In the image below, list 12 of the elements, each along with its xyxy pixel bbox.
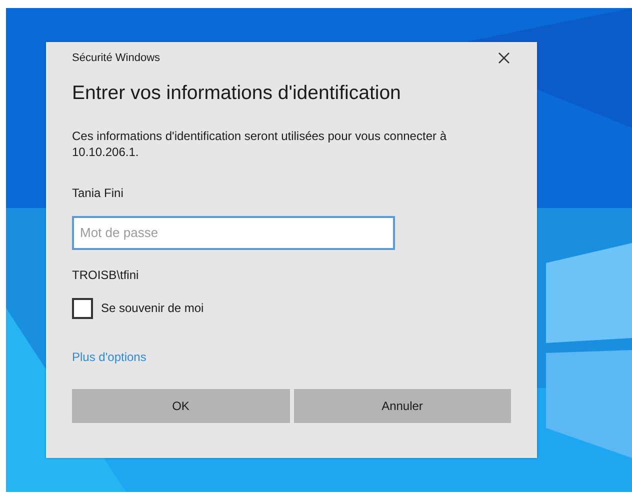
message-text: Ces informations d'identification seront utilisées pour vous connecter à 10.10.206.1. bbox=[72, 128, 448, 160]
password-field[interactable]: Mot de passe bbox=[72, 216, 395, 250]
dialog-button[interactable]: OK bbox=[72, 388, 290, 423]
window-title: Sécurité Windows bbox=[72, 51, 160, 66]
dialog-button[interactable]: Annuler bbox=[294, 388, 511, 423]
account-name: TROISB\tfini bbox=[72, 266, 140, 284]
dialog-heading: Entrer vos informations d'identification bbox=[72, 80, 402, 106]
close-icon bbox=[498, 52, 510, 64]
close-button[interactable] bbox=[497, 51, 511, 66]
user-name: Tania Fini bbox=[72, 184, 124, 202]
checkbox-label[interactable]: Se souvenir de moi bbox=[101, 299, 204, 318]
checkbox[interactable] bbox=[72, 298, 93, 319]
